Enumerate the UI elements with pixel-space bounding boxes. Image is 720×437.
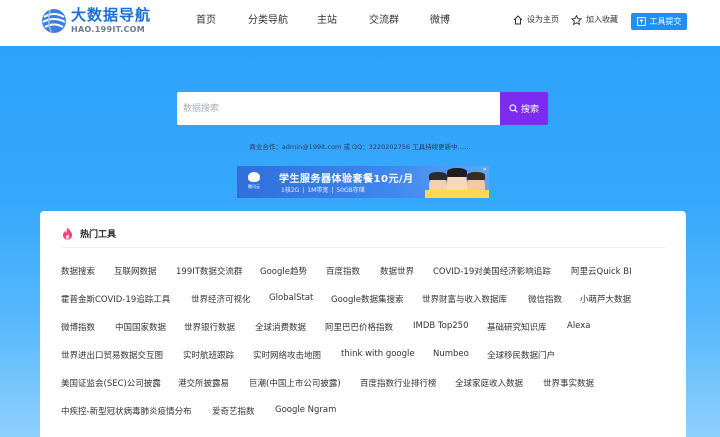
fire-icon [63, 227, 73, 240]
add-favorite-label: 加入收藏 [586, 15, 618, 24]
top-header: 大数据导航 HAO.199IT.COM 首页 分类导航 主站 交流群 微博 设为… [0, 0, 720, 46]
tool-link[interactable]: Google趋势 [260, 265, 307, 277]
set-homepage-link[interactable]: 设为主页 [513, 14, 559, 25]
tool-link[interactable]: 中国国家数据 [115, 321, 166, 333]
tool-link[interactable]: 世界银行数据 [184, 321, 235, 333]
tool-link[interactable]: Numbeo [433, 349, 469, 359]
tool-link[interactable]: 美国证监会(SEC)公司披露 [61, 377, 161, 389]
tool-link[interactable]: 全球移民数据门户 [487, 349, 555, 361]
tool-link[interactable]: 巨潮(中国上市公司披露) [249, 377, 341, 389]
tool-link[interactable]: 实时网络攻击地图 [253, 349, 321, 361]
tool-link[interactable]: Google Ngram [275, 405, 336, 415]
promo-banner[interactable]: 腾讯云 学生服务器体验套餐10元/月 1核2G | 1M带宽 | 50GB存储 ✕ [237, 166, 489, 198]
tool-link[interactable]: 199IT数据交流群 [176, 265, 242, 277]
tool-link[interactable]: 小萌芦大数据 [580, 293, 631, 305]
nav-group[interactable]: 交流群 [369, 0, 399, 46]
tool-link[interactable]: 霍普金斯COVID-19追踪工具 [61, 293, 170, 305]
tool-link[interactable]: 阿里云Quick BI [571, 265, 632, 277]
search-icon [509, 104, 518, 113]
search-input[interactable] [177, 92, 500, 125]
tool-link[interactable]: 世界进出口贸易数据交互图 [61, 349, 163, 361]
tool-link[interactable]: 数据世界 [380, 265, 414, 277]
hot-tools-header: 热门工具 [61, 227, 116, 240]
home-icon [513, 14, 523, 24]
nav-categories[interactable]: 分类导航 [248, 0, 288, 46]
nav-main-site[interactable]: 主站 [317, 0, 337, 46]
tool-link[interactable]: 实时航班跟踪 [183, 349, 234, 361]
tool-link[interactable]: 全球消费数据 [255, 321, 306, 333]
tool-link[interactable]: 百度指数 [326, 265, 360, 277]
logo-title: 大数据导航 [71, 6, 152, 24]
banner-headline: 学生服务器体验套餐10元/月 [279, 174, 414, 185]
globe-logo-icon [42, 9, 66, 33]
submit-tool-label: 工具提交 [649, 17, 682, 26]
tool-link[interactable]: IMDB Top250 [413, 321, 469, 331]
submit-tool-button[interactable]: 工具提交 [631, 13, 687, 30]
tool-link[interactable]: 中疾控-新型冠状病毒肺炎疫情分布 [61, 405, 192, 417]
cloud-brand-logo: 腾讯云 [243, 172, 265, 192]
cloud-brand-label: 腾讯云 [248, 184, 260, 189]
card-divider [61, 247, 665, 248]
banner-spec-storage: 50GB存储 [336, 187, 365, 194]
hot-tools-card: 热门工具 数据搜索 互联网数据 199IT数据交流群 Google趋势 百度指数… [40, 211, 686, 437]
tool-link[interactable]: 微信指数 [528, 293, 562, 305]
tool-link[interactable]: 互联网数据 [114, 265, 157, 277]
tool-link[interactable]: 微博指数 [61, 321, 95, 333]
tool-link[interactable]: GlobalStat [269, 293, 313, 303]
add-favorite-link[interactable]: 加入收藏 [571, 14, 618, 25]
tool-link[interactable]: think with google [341, 349, 415, 359]
banner-illustration [425, 166, 489, 198]
set-homepage-label: 设为主页 [527, 15, 559, 24]
cloud-icon [248, 172, 260, 182]
tool-link[interactable]: Alexa [567, 321, 591, 331]
logo-subtitle: HAO.199IT.COM [71, 25, 146, 34]
banner-specs: 1核2G | 1M带宽 | 50GB存储 [281, 187, 365, 194]
tool-link[interactable]: 爱奇艺指数 [212, 405, 255, 417]
tool-link[interactable]: 世界事实数据 [543, 377, 594, 389]
star-icon [571, 14, 582, 25]
banner-close-icon[interactable]: ✕ [483, 167, 487, 173]
business-contact-text: 商业合作：admin@199it.com 或 QQ：3220202756 工具持… [249, 143, 471, 151]
banner-spec-bandwidth: 1M带宽 [307, 187, 329, 194]
tool-link[interactable]: Google数据集搜索 [331, 293, 403, 305]
banner-spec-cpu: 1核2G [281, 187, 300, 194]
tool-link[interactable]: 全球家庭收入数据 [455, 377, 523, 389]
nav-home[interactable]: 首页 [196, 0, 216, 46]
search-button-label: 搜索 [520, 105, 539, 115]
tool-link[interactable]: 数据搜索 [61, 265, 95, 277]
tool-link[interactable]: 基础研究知识库 [487, 321, 547, 333]
tool-link[interactable]: 阿里巴巴价格指数 [325, 321, 393, 333]
upload-icon [636, 17, 646, 26]
site-logo[interactable]: 大数据导航 HAO.199IT.COM [40, 7, 151, 35]
hot-tools-title: 热门工具 [80, 230, 117, 240]
tool-link[interactable]: 世界经济可视化 [191, 293, 251, 305]
tool-link[interactable]: 港交所披露易 [178, 377, 229, 389]
search-button[interactable]: 搜索 [500, 92, 548, 125]
tool-link[interactable]: 世界财富与收入数据库 [422, 293, 507, 305]
tool-link[interactable]: 百度指数行业排行榜 [360, 377, 437, 389]
nav-weibo[interactable]: 微博 [430, 0, 450, 46]
tool-link[interactable]: COVID-19对美国经济影响追踪 [433, 265, 551, 277]
